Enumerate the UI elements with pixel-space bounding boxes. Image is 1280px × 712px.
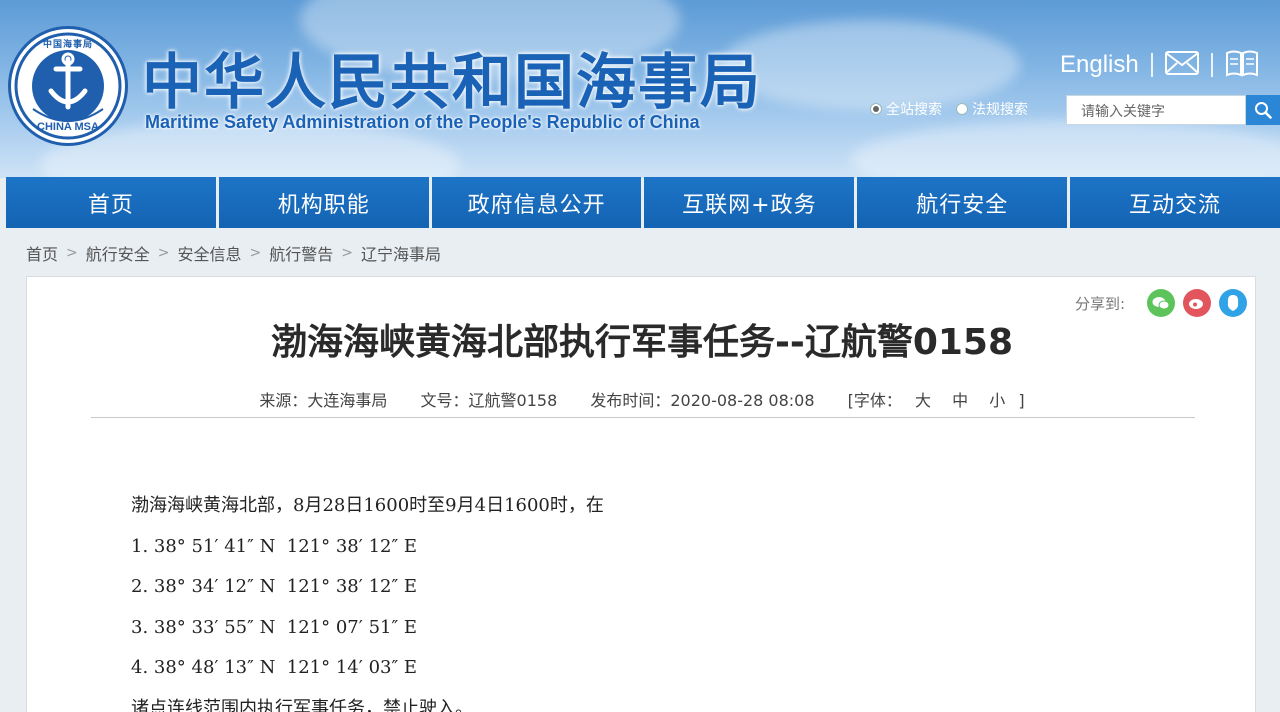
nav-interaction[interactable]: 互动交流 [1070, 177, 1280, 228]
body-line: 诸点连线范围内执行军事任务，禁止驶入。 [131, 697, 473, 712]
coordinate-point-2: 2. 38° 34′ 12″ N 121° 38′ 12″ E [131, 576, 418, 597]
scope-site[interactable]: 全站搜索 [870, 99, 942, 119]
article-card: 分享到: 渤海海峡黄海北部执行军事任务--辽航警0158 来源：大连海事局 文号… [26, 276, 1256, 712]
font-size-label: [字体： [847, 391, 902, 410]
search-button[interactable] [1246, 95, 1280, 125]
breadcrumb-navigation-safety[interactable]: 航行安全 [86, 241, 150, 265]
top-links: English [1060, 48, 1259, 82]
font-size-medium[interactable]: 中 [952, 391, 968, 410]
share-label: 分享到: [1074, 294, 1125, 313]
book-icon[interactable] [1225, 49, 1259, 81]
breadcrumb-safety-info[interactable]: 安全信息 [178, 241, 242, 265]
chevron-right-icon: > [66, 245, 78, 261]
coordinate-point-4: 4. 38° 48′ 13″ N 121° 14′ 03″ E [131, 657, 418, 678]
english-link[interactable]: English [1060, 51, 1139, 79]
font-size-small[interactable]: 小 [989, 391, 1005, 410]
breadcrumb: 首页 > 航行安全 > 安全信息 > 航行警告 > 辽宁海事局 [26, 242, 441, 264]
chevron-right-icon: > [157, 245, 170, 261]
article-doc-number: 文号：辽航警0158 [420, 391, 558, 410]
site-header: 中国海事局 CHINA MSA 中华人民共和国海事局 Maritime Safe… [0, 0, 1280, 178]
china-msa-logo[interactable]: 中国海事局 CHINA MSA [8, 26, 128, 146]
mail-icon[interactable] [1164, 51, 1199, 79]
chevron-right-icon: > [249, 245, 262, 261]
logo-text: 中国海事局 [42, 40, 93, 50]
font-size-close: ] [1018, 391, 1025, 410]
scope-law-label: 法规搜索 [972, 102, 1028, 118]
body-line: 渤海海峡黄海北部，8月28日1600时至9月4日1600时，在 [131, 495, 604, 516]
nav-internet-services[interactable]: 互联网+政务 [644, 177, 855, 228]
logo-caption: CHINA MSA [37, 121, 99, 133]
title-divider [91, 417, 1195, 418]
radio-unselected[interactable] [956, 103, 968, 115]
search-input[interactable]: 请输入关键字 [1066, 95, 1246, 125]
main-nav: 首页 机构职能 政府信息公开 互联网+政务 航行安全 互动交流 [6, 177, 1280, 228]
divider [1150, 53, 1153, 77]
scope-law[interactable]: 法规搜索 [956, 99, 1028, 119]
article-publish-time: 发布时间：2020-08-28 08:08 [590, 391, 815, 410]
search-scope: 全站搜索 法规搜索 [870, 99, 1028, 119]
article-source: 来源：大连海事局 [259, 391, 388, 410]
font-size-control: [字体： 大 中 小 ] [848, 391, 1025, 410]
nav-organization[interactable]: 机构职能 [218, 177, 429, 228]
coordinate-point-3: 3. 38° 33′ 55″ N 121° 07′ 51″ E [131, 616, 418, 638]
search-icon [1255, 102, 1272, 119]
scope-site-label: 全站搜索 [886, 102, 942, 118]
article-meta: 来源：大连海事局 文号：辽航警0158 发布时间：2020-08-28 08:0… [27, 387, 1257, 411]
divider [1210, 53, 1213, 77]
nav-home[interactable]: 首页 [6, 177, 216, 228]
site-title: 中华人民共和国海事局 [142, 48, 762, 118]
chevron-right-icon: > [341, 245, 353, 261]
nav-gov-info[interactable]: 政府信息公开 [431, 177, 642, 228]
coordinate-point-1: 1. 38° 51′ 41″ N 121° 38′ 12″ E [131, 535, 418, 557]
article-title: 渤海海峡黄海北部执行军事任务--辽航警0158 [270, 322, 1014, 363]
article-body: 渤海海峡黄海北部，8月28日1600时至9月4日1600时，在 1. 38° 5… [131, 492, 604, 712]
breadcrumb-liaoning-msa[interactable]: 辽宁海事局 [361, 241, 441, 265]
breadcrumb-nav-warnings[interactable]: 航行警告 [269, 241, 333, 265]
site-subtitle: Maritime Safety Administration of the Pe… [145, 112, 700, 132]
breadcrumb-home[interactable]: 首页 [26, 241, 58, 265]
font-size-large[interactable]: 大 [915, 391, 931, 410]
radio-selected[interactable] [870, 103, 882, 115]
nav-navigation-safety[interactable]: 航行安全 [857, 177, 1068, 228]
